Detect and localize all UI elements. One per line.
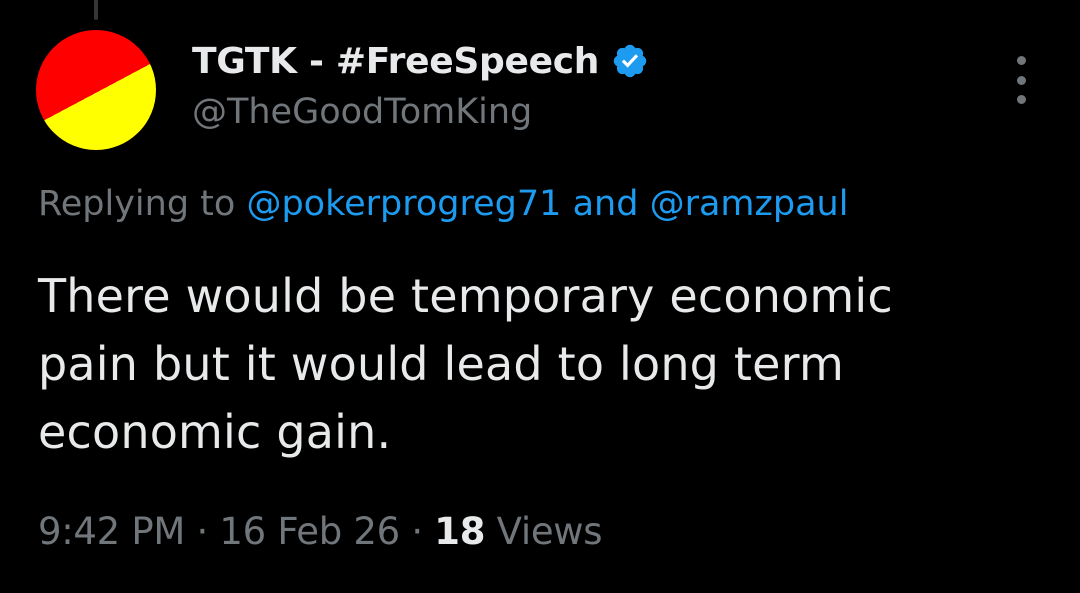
views-label[interactable]: Views <box>497 510 603 553</box>
mention-link[interactable]: @pokerprogreg71 <box>246 184 561 224</box>
author-name-row: TGTK - #FreeSpeech <box>192 34 649 88</box>
avatar[interactable] <box>36 30 156 150</box>
replying-conjunction: and <box>572 184 639 224</box>
tweet-date[interactable]: 16 Feb 26 <box>219 510 400 553</box>
author-display-name[interactable]: TGTK - #FreeSpeech <box>192 41 599 82</box>
mention-link[interactable]: @ramzpaul <box>650 184 849 224</box>
verified-badge-icon[interactable] <box>611 42 649 80</box>
tweet-text-line: economic gain. <box>38 405 392 459</box>
more-options-icon[interactable] <box>1008 56 1034 104</box>
tweet-time[interactable]: 9:42 PM <box>38 510 185 553</box>
tweet-text-line: There would be temporary economic <box>38 269 893 323</box>
tweet-text: There would be temporary economic pain b… <box>38 262 1038 466</box>
tweet-metadata: 9:42 PM · 16 Feb 26 · 18 Views <box>38 510 603 553</box>
more-dot <box>1016 95 1026 104</box>
replying-to: Replying to @pokerprogreg71 and @ramzpau… <box>38 184 848 224</box>
more-dot <box>1016 75 1026 85</box>
meta-separator: · <box>196 510 208 553</box>
views-count[interactable]: 18 <box>434 510 485 553</box>
meta-separator: · <box>411 510 423 553</box>
more-dot <box>1016 56 1026 65</box>
author-handle[interactable]: @TheGoodTomKing <box>192 92 532 132</box>
replying-to-label: Replying to <box>38 184 236 224</box>
tweet-text-line: pain but it would lead to long term <box>38 337 844 391</box>
thread-connector-line <box>94 0 98 20</box>
